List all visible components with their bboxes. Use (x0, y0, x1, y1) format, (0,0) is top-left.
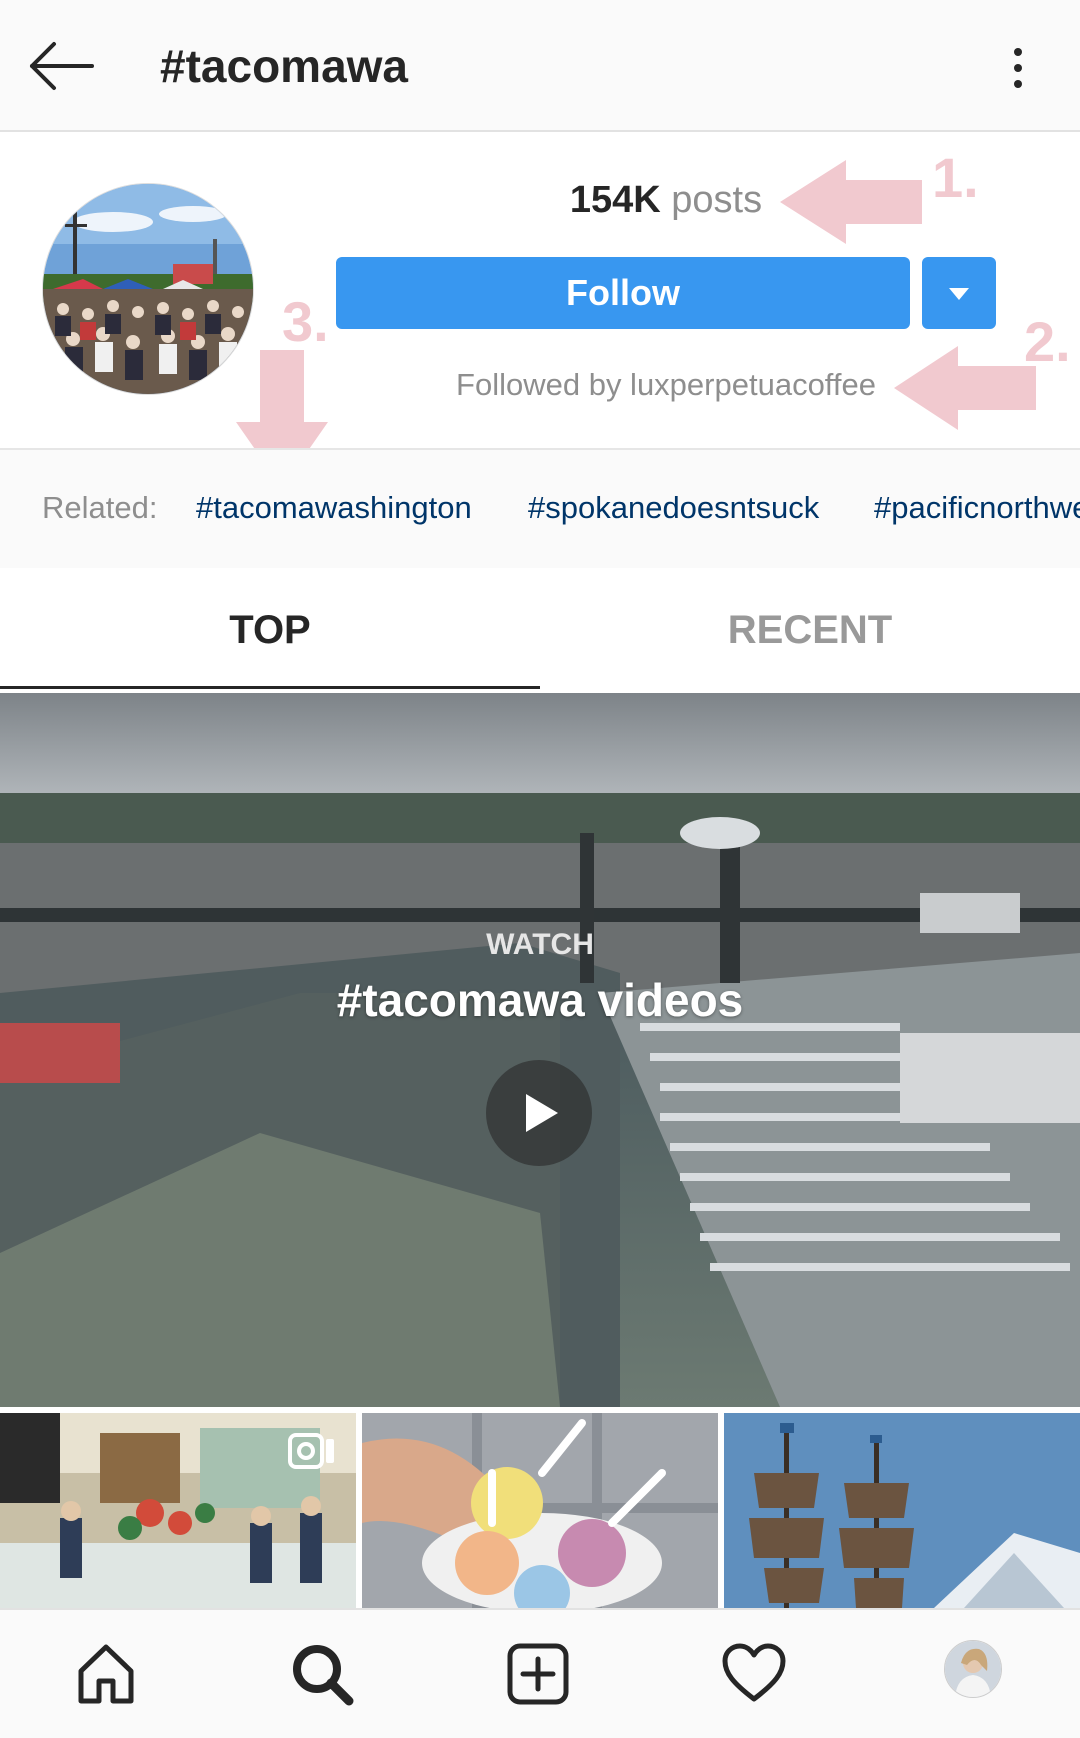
nav-activity-button[interactable] (716, 1636, 792, 1712)
feed-tabs: TOP RECENT (0, 568, 1080, 692)
caret-down-icon (949, 288, 969, 300)
annotation-number-2: 2. (1024, 310, 1071, 373)
profile-avatar-photo (945, 1641, 1001, 1697)
back-button[interactable] (24, 38, 100, 94)
annotation-arrow-1 (780, 160, 922, 244)
bottom-nav-bar (0, 1608, 1080, 1738)
play-icon (526, 1094, 558, 1132)
post-thumbnail-1[interactable] (0, 1413, 356, 1608)
related-hashtags-bar: Related: #tacomawashington #spokanedoesn… (0, 448, 1080, 570)
follow-options-button[interactable] (922, 257, 996, 329)
watch-label: WATCH (486, 928, 594, 961)
follow-button[interactable]: Follow (336, 257, 910, 329)
harbor-aerial-photo (0, 693, 1080, 1407)
annotation-arrow-2 (894, 346, 1036, 430)
more-options-button[interactable] (1000, 40, 1036, 96)
annotation-number-1: 1. (932, 146, 979, 209)
add-post-icon (507, 1643, 569, 1705)
post-count-value: 154K (569, 179, 661, 221)
market-photo (0, 1413, 356, 1608)
kebab-menu-icon (1014, 48, 1022, 56)
nav-home-button[interactable] (68, 1636, 144, 1712)
search-icon (293, 1645, 354, 1706)
post-thumbnail-3[interactable] (724, 1413, 1080, 1608)
kebab-dot (1014, 80, 1022, 88)
related-label: Related: (42, 490, 158, 525)
home-icon (78, 1644, 134, 1704)
nav-add-post-button[interactable] (500, 1636, 576, 1712)
ice-cream-photo (362, 1413, 718, 1608)
hashtag-avatar[interactable] (42, 183, 254, 395)
crowd-photo (43, 184, 253, 394)
kebab-dot (1014, 64, 1022, 72)
related-tag-tacomawashington[interactable]: #tacomawashington (196, 480, 472, 536)
page-title: #tacomawa (160, 40, 409, 92)
active-tab-indicator (0, 686, 540, 689)
hashtag-videos-banner[interactable] (0, 693, 1080, 1407)
post-thumbnail-2[interactable] (362, 1413, 718, 1608)
annotation-number-3: 3. (282, 290, 329, 353)
videos-title: #tacomawa videos (336, 974, 744, 1026)
heart-icon (722, 1643, 786, 1702)
play-button[interactable] (486, 1060, 592, 1166)
nav-search-button[interactable] (284, 1636, 360, 1712)
related-tag-spokanedoesntsuck[interactable]: #spokanedoesntsuck (528, 480, 819, 536)
tab-recent[interactable]: RECENT (540, 568, 1080, 692)
related-tag-pacificnorthwest[interactable]: #pacificnorthwest (874, 480, 1080, 536)
tab-top[interactable]: TOP (0, 568, 540, 692)
arrow-left-icon (30, 42, 94, 90)
post-count-label: posts (671, 179, 763, 221)
nav-profile-avatar[interactable] (944, 1640, 1002, 1698)
tall-ship-photo (724, 1413, 1080, 1608)
